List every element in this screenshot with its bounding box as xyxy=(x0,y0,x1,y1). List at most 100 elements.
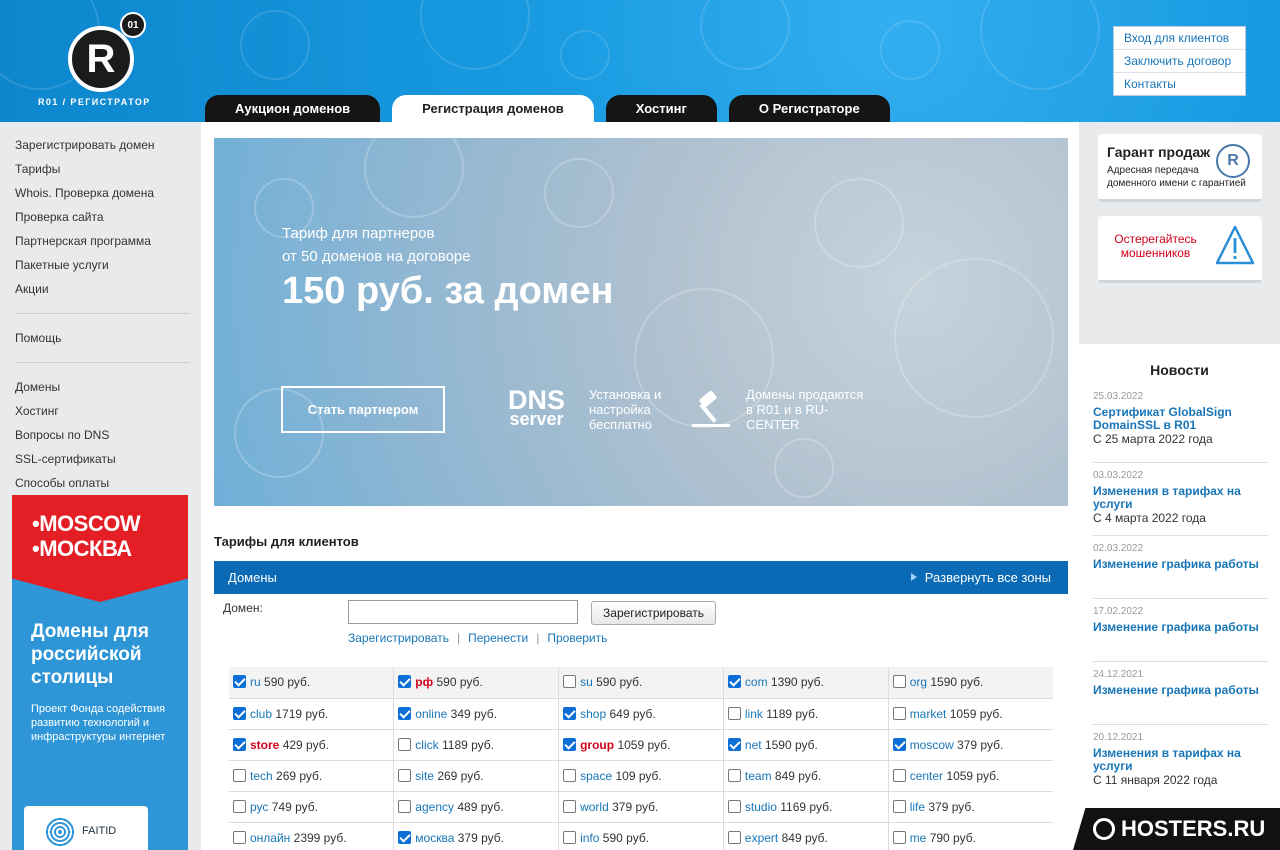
sidebar-item-group3-0[interactable]: Домены xyxy=(15,380,60,394)
zone-checkbox-5-4[interactable] xyxy=(892,830,906,844)
zone-name-link[interactable]: рус xyxy=(250,800,268,814)
zone-name-link[interactable]: su xyxy=(580,675,593,689)
domain-input[interactable] xyxy=(348,600,578,624)
news-title-link[interactable]: Изменение графика работы xyxy=(1093,558,1268,571)
zone-checkbox-0-1[interactable] xyxy=(398,675,412,689)
sidebar-item-group1-1[interactable]: Тарифы xyxy=(15,162,60,176)
tab-1[interactable]: Регистрация доменов xyxy=(392,95,594,122)
zone-checkbox-1-1[interactable] xyxy=(398,706,412,720)
news-title-link[interactable]: Изменения в тарифах на услуги xyxy=(1093,747,1268,773)
zone-name-link[interactable]: москва xyxy=(415,831,454,845)
top-link-0[interactable]: Вход для клиентов xyxy=(1114,27,1245,50)
zone-name-link[interactable]: link xyxy=(745,707,763,721)
zone-name-link[interactable]: ru xyxy=(250,675,261,689)
zone-checkbox-1-3[interactable] xyxy=(727,706,741,720)
zone-name-link[interactable]: group xyxy=(580,738,614,752)
sidebar-item-group1-0[interactable]: Зарегистрировать домен xyxy=(15,138,155,152)
domain-link-2[interactable]: Проверить xyxy=(547,631,607,645)
top-link-1[interactable]: Заключить договор xyxy=(1114,50,1245,73)
zone-checkbox-4-3[interactable] xyxy=(727,799,741,813)
zone-checkbox-5-2[interactable] xyxy=(563,830,577,844)
zone-checkbox-2-4[interactable] xyxy=(892,737,906,751)
zone-name-link[interactable]: info xyxy=(580,831,599,845)
zone-checkbox-0-4[interactable] xyxy=(892,675,906,689)
sidebar-item-group3-1[interactable]: Хостинг xyxy=(15,404,59,418)
sidebar-item-group1-3[interactable]: Проверка сайта xyxy=(15,210,104,224)
zone-price: 1059 руб. xyxy=(949,706,1003,721)
sidebar-item-group3-3[interactable]: SSL-сертификаты xyxy=(15,452,116,466)
zone-name-link[interactable]: studio xyxy=(745,800,777,814)
sidebar-item-group1-4[interactable]: Партнерская программа xyxy=(15,234,151,248)
zone-checkbox-4-1[interactable] xyxy=(398,799,412,813)
sidebar-item-group1-2[interactable]: Whois. Проверка домена xyxy=(15,186,154,200)
zone-checkbox-1-4[interactable] xyxy=(892,706,906,720)
domain-link-0[interactable]: Зарегистрировать xyxy=(348,631,449,645)
zone-checkbox-4-4[interactable] xyxy=(892,799,906,813)
zone-name-link[interactable]: space xyxy=(580,769,612,783)
news-date: 20.12.2021 xyxy=(1093,732,1144,743)
sidebar-item-group2-0[interactable]: Помощь xyxy=(15,331,61,345)
zone-checkbox-4-2[interactable] xyxy=(563,799,577,813)
tab-2[interactable]: Хостинг xyxy=(605,95,717,122)
zone-checkbox-0-0[interactable] xyxy=(233,675,246,689)
fraud-warning-card[interactable]: Остерегайтесь мошенников xyxy=(1098,216,1262,283)
sidebar-item-group3-2[interactable]: Вопросы по DNS xyxy=(15,428,109,442)
zone-name-link[interactable]: онлайн xyxy=(250,831,290,845)
expand-all-zones-link[interactable]: Развернуть все зоны xyxy=(910,570,1051,585)
register-button[interactable]: Зарегистрировать xyxy=(591,601,716,625)
zone-name-link[interactable]: com xyxy=(745,675,768,689)
moscow-promo-banner[interactable]: •MOSCOW •МОСКВА Домены для российской ст… xyxy=(12,495,188,850)
zone-name-link[interactable]: agency xyxy=(415,800,454,814)
zone-name-link[interactable]: moscow xyxy=(910,738,954,752)
zone-checkbox-2-3[interactable] xyxy=(727,737,741,751)
zone-checkbox-5-0[interactable] xyxy=(233,830,246,844)
zone-checkbox-3-2[interactable] xyxy=(563,768,577,782)
zone-name-link[interactable]: expert xyxy=(745,831,778,845)
top-link-2[interactable]: Контакты xyxy=(1114,73,1245,95)
zone-name-link[interactable]: shop xyxy=(580,707,606,721)
sidebar-item-group1-5[interactable]: Пакетные услуги xyxy=(15,258,109,272)
zone-checkbox-1-0[interactable] xyxy=(233,706,246,720)
news-title-link[interactable]: Изменения в тарифах на услуги xyxy=(1093,485,1268,511)
zone-name-link[interactable]: site xyxy=(415,769,434,783)
zone-name-link[interactable]: store xyxy=(250,738,279,752)
zone-checkbox-5-1[interactable] xyxy=(398,830,412,844)
zone-checkbox-5-3[interactable] xyxy=(727,830,741,844)
zone-checkbox-3-0[interactable] xyxy=(233,768,246,782)
zone-checkbox-1-2[interactable] xyxy=(563,706,577,720)
zone-name-link[interactable]: world xyxy=(580,800,609,814)
news-title-link[interactable]: Сертификат GlobalSign DomainSSL в R01 xyxy=(1093,406,1268,432)
zone-name-link[interactable]: me xyxy=(910,831,927,845)
zone-checkbox-2-0[interactable] xyxy=(233,737,246,751)
zone-name-link[interactable]: center xyxy=(910,769,943,783)
become-partner-button[interactable]: Стать партнером xyxy=(281,386,445,433)
zone-name-link[interactable]: рф xyxy=(415,675,433,689)
zone-checkbox-2-1[interactable] xyxy=(398,737,412,751)
news-title-link[interactable]: Изменение графика работы xyxy=(1093,621,1268,634)
zone-name-link[interactable]: life xyxy=(910,800,925,814)
zone-checkbox-0-2[interactable] xyxy=(563,675,577,689)
zone-checkbox-2-2[interactable] xyxy=(563,737,577,751)
sales-guarantee-card[interactable]: Гарант продаж Адресная передача доменног… xyxy=(1098,134,1262,202)
sidebar-item-group3-4[interactable]: Способы оплаты xyxy=(15,476,109,490)
zone-checkbox-3-4[interactable] xyxy=(892,768,906,782)
zone-name-link[interactable]: net xyxy=(745,738,762,752)
domain-link-1[interactable]: Перенести xyxy=(468,631,528,645)
zone-checkbox-3-1[interactable] xyxy=(398,768,412,782)
tab-0[interactable]: Аукцион доменов xyxy=(205,95,381,122)
zone-name-link[interactable]: team xyxy=(745,769,772,783)
zone-name-link[interactable]: market xyxy=(910,707,947,721)
zone-name-link[interactable]: club xyxy=(250,707,272,721)
tab-3[interactable]: О Регистраторе xyxy=(728,95,890,122)
news-title-link[interactable]: Изменение графика работы xyxy=(1093,684,1268,697)
zone-checkbox-0-3[interactable] xyxy=(727,675,741,689)
zone-name-link[interactable]: tech xyxy=(250,769,273,783)
zone-price: 1169 руб. xyxy=(780,799,833,814)
zone-checkbox-4-0[interactable] xyxy=(233,799,246,813)
r01-logo[interactable]: R xyxy=(68,26,134,92)
zone-checkbox-3-3[interactable] xyxy=(727,768,741,782)
sidebar-item-group1-6[interactable]: Акции xyxy=(15,282,49,296)
zone-name-link[interactable]: click xyxy=(415,738,438,752)
zone-name-link[interactable]: org xyxy=(910,675,927,689)
zone-name-link[interactable]: online xyxy=(415,707,447,721)
